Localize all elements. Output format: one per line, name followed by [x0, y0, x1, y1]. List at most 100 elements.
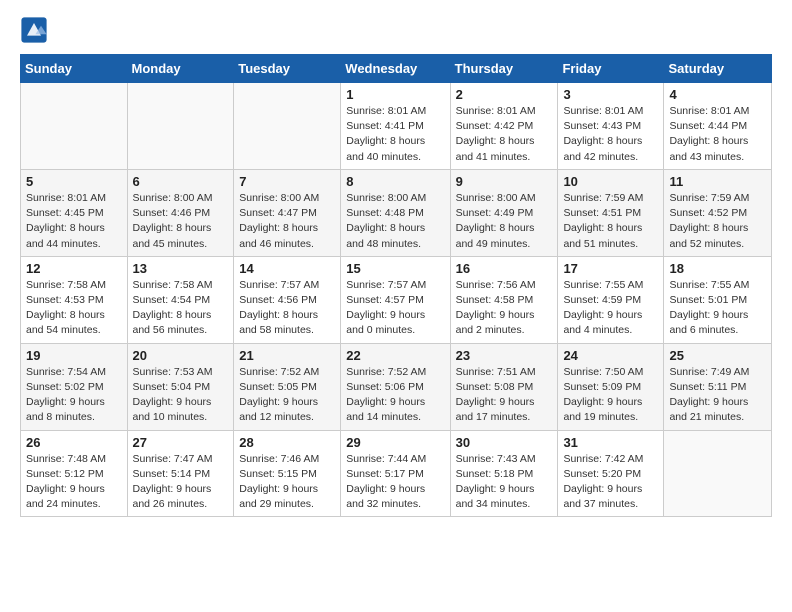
day-info: Sunrise: 7:48 AM Sunset: 5:12 PM Dayligh… — [26, 452, 122, 513]
day-info: Sunrise: 8:01 AM Sunset: 4:44 PM Dayligh… — [669, 104, 766, 165]
calendar-cell: 20 Sunrise: 7:53 AM Sunset: 5:04 PM Dayli… — [127, 343, 234, 430]
day-info: Sunrise: 7:55 AM Sunset: 4:59 PM Dayligh… — [563, 278, 658, 339]
calendar-cell: 1 Sunrise: 8:01 AM Sunset: 4:41 PM Daylig… — [341, 83, 450, 170]
calendar-cell: 9 Sunrise: 8:00 AM Sunset: 4:49 PM Daylig… — [450, 169, 558, 256]
calendar-cell — [21, 83, 128, 170]
day-number: 12 — [26, 261, 122, 276]
calendar-cell: 17Sunrise: 7:55 AM Sunset: 4:59 PM Dayli… — [558, 256, 664, 343]
day-info: Sunrise: 8:01 AM Sunset: 4:45 PM Dayligh… — [26, 191, 122, 252]
weekday-header: Wednesday — [341, 55, 450, 83]
calendar-week-row: 5Sunrise: 8:01 AM Sunset: 4:45 PM Daylig… — [21, 169, 772, 256]
day-info: Sunrise: 8:00 AM Sunset: 4:46 PM Dayligh… — [133, 191, 229, 252]
calendar-cell: 27Sunrise: 7:47 AM Sunset: 5:14 PM Dayli… — [127, 430, 234, 517]
day-info: Sunrise: 8:00 AM Sunset: 4:47 PM Dayligh… — [239, 191, 335, 252]
calendar-cell: 4 Sunrise: 8:01 AM Sunset: 4:44 PM Daylig… — [664, 83, 772, 170]
day-info: Sunrise: 7:56 AM Sunset: 4:58 PM Dayligh… — [456, 278, 553, 339]
calendar-cell: 14Sunrise: 7:57 AM Sunset: 4:56 PM Dayli… — [234, 256, 341, 343]
day-info: Sunrise: 7:58 AM Sunset: 4:54 PM Dayligh… — [133, 278, 229, 339]
day-number: 25 — [669, 348, 766, 363]
calendar-cell: 10Sunrise: 7:59 AM Sunset: 4:51 PM Dayli… — [558, 169, 664, 256]
calendar-cell: 15 Sunrise: 7:57 AM Sunset: 4:57 PM Dayli… — [341, 256, 450, 343]
calendar-cell: 12 Sunrise: 7:58 AM Sunset: 4:53 PM Dayli… — [21, 256, 128, 343]
day-number: 15 — [346, 261, 444, 276]
calendar-cell: 24Sunrise: 7:50 AM Sunset: 5:09 PM Dayli… — [558, 343, 664, 430]
weekday-header: Monday — [127, 55, 234, 83]
calendar-cell: 8 Sunrise: 8:00 AM Sunset: 4:48 PM Daylig… — [341, 169, 450, 256]
calendar-cell: 11Sunrise: 7:59 AM Sunset: 4:52 PM Dayli… — [664, 169, 772, 256]
calendar-cell: 26 Sunrise: 7:48 AM Sunset: 5:12 PM Dayli… — [21, 430, 128, 517]
day-info: Sunrise: 7:57 AM Sunset: 4:57 PM Dayligh… — [346, 278, 444, 339]
day-info: Sunrise: 8:01 AM Sunset: 4:43 PM Dayligh… — [563, 104, 658, 165]
day-number: 14 — [239, 261, 335, 276]
day-number: 16 — [456, 261, 553, 276]
calendar-cell: 5Sunrise: 8:01 AM Sunset: 4:45 PM Daylig… — [21, 169, 128, 256]
calendar-cell: 23 Sunrise: 7:51 AM Sunset: 5:08 PM Dayli… — [450, 343, 558, 430]
calendar-cell: 18Sunrise: 7:55 AM Sunset: 5:01 PM Dayli… — [664, 256, 772, 343]
calendar-header-row: SundayMondayTuesdayWednesdayThursdayFrid… — [21, 55, 772, 83]
day-number: 8 — [346, 174, 444, 189]
calendar-cell: 7 Sunrise: 8:00 AM Sunset: 4:47 PM Daylig… — [234, 169, 341, 256]
day-info: Sunrise: 7:49 AM Sunset: 5:11 PM Dayligh… — [669, 365, 766, 426]
logo-icon — [20, 16, 48, 44]
day-number: 2 — [456, 87, 553, 102]
calendar-cell: 6 Sunrise: 8:00 AM Sunset: 4:46 PM Daylig… — [127, 169, 234, 256]
day-info: Sunrise: 8:00 AM Sunset: 4:49 PM Dayligh… — [456, 191, 553, 252]
day-number: 23 — [456, 348, 553, 363]
day-number: 26 — [26, 435, 122, 450]
calendar-cell — [127, 83, 234, 170]
calendar-page: SundayMondayTuesdayWednesdayThursdayFrid… — [0, 0, 792, 612]
day-number: 22 — [346, 348, 444, 363]
calendar-cell: 22 Sunrise: 7:52 AM Sunset: 5:06 PM Dayli… — [341, 343, 450, 430]
day-number: 20 — [133, 348, 229, 363]
calendar-table: SundayMondayTuesdayWednesdayThursdayFrid… — [20, 54, 772, 517]
day-number: 19 — [26, 348, 122, 363]
day-info: Sunrise: 7:53 AM Sunset: 5:04 PM Dayligh… — [133, 365, 229, 426]
day-info: Sunrise: 7:52 AM Sunset: 5:05 PM Dayligh… — [239, 365, 335, 426]
day-number: 31 — [563, 435, 658, 450]
calendar-cell: 29 Sunrise: 7:44 AM Sunset: 5:17 PM Dayli… — [341, 430, 450, 517]
day-info: Sunrise: 7:44 AM Sunset: 5:17 PM Dayligh… — [346, 452, 444, 513]
day-number: 18 — [669, 261, 766, 276]
day-info: Sunrise: 8:00 AM Sunset: 4:48 PM Dayligh… — [346, 191, 444, 252]
calendar-cell: 31Sunrise: 7:42 AM Sunset: 5:20 PM Dayli… — [558, 430, 664, 517]
weekday-header: Thursday — [450, 55, 558, 83]
day-number: 29 — [346, 435, 444, 450]
day-number: 10 — [563, 174, 658, 189]
day-number: 1 — [346, 87, 444, 102]
calendar-cell: 28 Sunrise: 7:46 AM Sunset: 5:15 PM Dayli… — [234, 430, 341, 517]
day-info: Sunrise: 7:59 AM Sunset: 4:52 PM Dayligh… — [669, 191, 766, 252]
weekday-header: Tuesday — [234, 55, 341, 83]
weekday-header: Sunday — [21, 55, 128, 83]
calendar-week-row: 26 Sunrise: 7:48 AM Sunset: 5:12 PM Dayli… — [21, 430, 772, 517]
day-number: 27 — [133, 435, 229, 450]
weekday-header: Saturday — [664, 55, 772, 83]
day-info: Sunrise: 7:58 AM Sunset: 4:53 PM Dayligh… — [26, 278, 122, 339]
calendar-cell: 30 Sunrise: 7:43 AM Sunset: 5:18 PM Dayli… — [450, 430, 558, 517]
calendar-cell: 2 Sunrise: 8:01 AM Sunset: 4:42 PM Daylig… — [450, 83, 558, 170]
calendar-cell — [234, 83, 341, 170]
calendar-cell: 25 Sunrise: 7:49 AM Sunset: 5:11 PM Dayli… — [664, 343, 772, 430]
day-number: 6 — [133, 174, 229, 189]
day-info: Sunrise: 7:46 AM Sunset: 5:15 PM Dayligh… — [239, 452, 335, 513]
day-number: 21 — [239, 348, 335, 363]
page-header — [20, 16, 772, 44]
day-info: Sunrise: 8:01 AM Sunset: 4:41 PM Dayligh… — [346, 104, 444, 165]
day-info: Sunrise: 7:43 AM Sunset: 5:18 PM Dayligh… — [456, 452, 553, 513]
weekday-header: Friday — [558, 55, 664, 83]
day-number: 7 — [239, 174, 335, 189]
calendar-cell: 3Sunrise: 8:01 AM Sunset: 4:43 PM Daylig… — [558, 83, 664, 170]
calendar-cell: 19Sunrise: 7:54 AM Sunset: 5:02 PM Dayli… — [21, 343, 128, 430]
day-number: 30 — [456, 435, 553, 450]
calendar-week-row: 12 Sunrise: 7:58 AM Sunset: 4:53 PM Dayli… — [21, 256, 772, 343]
day-number: 13 — [133, 261, 229, 276]
day-number: 4 — [669, 87, 766, 102]
calendar-cell — [664, 430, 772, 517]
day-info: Sunrise: 7:52 AM Sunset: 5:06 PM Dayligh… — [346, 365, 444, 426]
day-number: 9 — [456, 174, 553, 189]
day-info: Sunrise: 7:51 AM Sunset: 5:08 PM Dayligh… — [456, 365, 553, 426]
day-number: 28 — [239, 435, 335, 450]
calendar-cell: 13 Sunrise: 7:58 AM Sunset: 4:54 PM Dayli… — [127, 256, 234, 343]
logo — [20, 16, 52, 44]
day-info: Sunrise: 8:01 AM Sunset: 4:42 PM Dayligh… — [456, 104, 553, 165]
calendar-week-row: 19Sunrise: 7:54 AM Sunset: 5:02 PM Dayli… — [21, 343, 772, 430]
